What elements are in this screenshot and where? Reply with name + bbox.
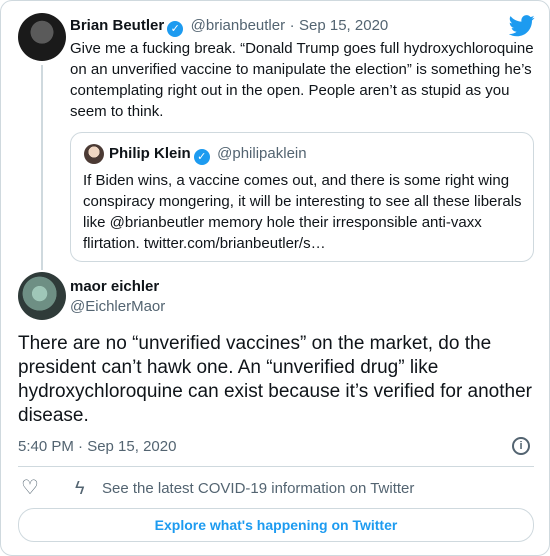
quoted-tweet[interactable]: Philip Klein ✓ @philipaklein If Biden win… xyxy=(70,132,534,262)
quoted-author-handle: @philipaklein xyxy=(217,145,307,162)
author-handle[interactable]: @brianbeutler xyxy=(191,17,285,34)
avatar[interactable] xyxy=(18,13,66,61)
quoted-author-name: Philip Klein xyxy=(109,145,191,162)
reply-avatar[interactable] xyxy=(18,272,66,320)
author-name[interactable]: Brian Beutler xyxy=(70,17,164,34)
twitter-bird-icon[interactable] xyxy=(509,15,535,37)
verified-badge-icon: ✓ xyxy=(193,149,210,165)
covid-info-link[interactable]: See the latest COVID-19 information on T… xyxy=(102,480,414,497)
tweet-header: Brian Beutler ✓ @brianbeutler · Sep 15, 2… xyxy=(70,17,388,37)
reply-author-handle[interactable]: @EichlerMaor xyxy=(70,298,165,315)
quoted-avatar xyxy=(84,144,104,164)
separator: · xyxy=(289,17,295,34)
verified-badge-icon: ✓ xyxy=(167,21,184,37)
quoted-tweet-header: Philip Klein ✓ @philipaklein xyxy=(109,145,307,165)
reply-author-name[interactable]: maor eichler xyxy=(70,278,159,295)
info-icon[interactable]: i xyxy=(512,437,530,455)
reply-text: There are no “unverified vaccines” on th… xyxy=(18,333,532,426)
heart-icon[interactable]: ♡ xyxy=(21,478,39,498)
explore-button[interactable]: Explore what's happening on Twitter xyxy=(18,508,534,542)
thread-line xyxy=(41,65,43,270)
tweet-embed-card: Brian Beutler ✓ @brianbeutler · Sep 15, 2… xyxy=(0,0,550,556)
divider xyxy=(18,466,534,467)
lightning-bolt-icon: ϟ xyxy=(75,478,85,498)
tweet-date[interactable]: Sep 15, 2020 xyxy=(299,17,388,34)
reply-timestamp[interactable]: 5:40 PM · Sep 15, 2020 xyxy=(18,438,176,455)
quoted-tweet-text: If Biden wins, a vaccine comes out, and … xyxy=(83,172,522,252)
tweet-text: Give me a fucking break. “Donald Trump g… xyxy=(70,40,534,120)
